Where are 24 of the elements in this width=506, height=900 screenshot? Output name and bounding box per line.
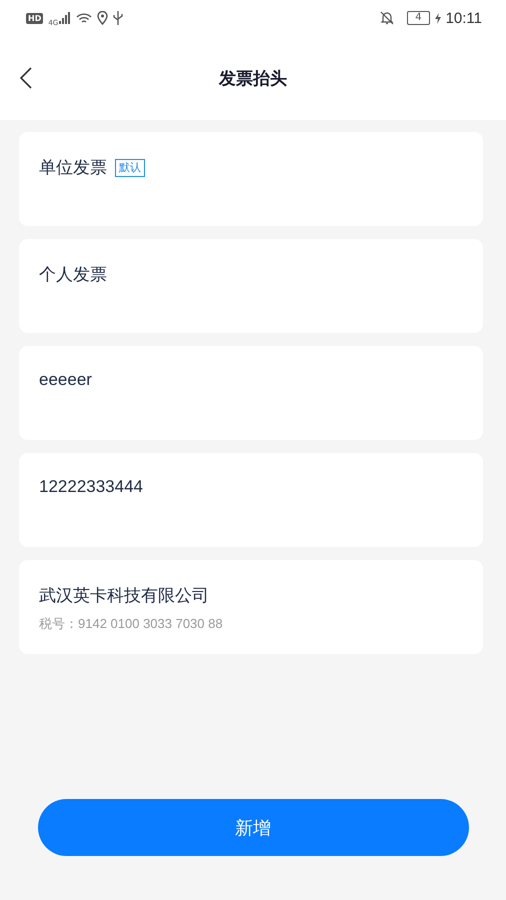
invoice-title: 武汉英卡科技有限公司 — [39, 585, 209, 607]
back-icon[interactable] — [20, 67, 32, 89]
status-time: 10:11 — [446, 10, 482, 26]
page-title: 发票抬头 — [219, 68, 287, 90]
invoice-title: 单位发票 — [39, 157, 107, 179]
invoice-title: eeeeer — [39, 370, 92, 390]
wifi-icon — [76, 12, 92, 24]
hd-icon: HD — [26, 12, 44, 24]
default-tag: 默认 — [115, 158, 145, 176]
invoice-card[interactable]: 单位发票 默认 — [19, 132, 483, 226]
charging-icon — [434, 12, 441, 24]
invoice-title: 12222333444 — [39, 477, 144, 497]
invoice-card[interactable]: 武汉英卡科技有限公司 税号：9142 0100 3033 7030 88 — [19, 560, 483, 654]
bell-muted-icon — [380, 11, 394, 25]
invoice-card[interactable]: 个人发票 — [19, 239, 483, 333]
usb-icon — [113, 11, 124, 25]
invoice-card[interactable]: 12222333444 — [19, 453, 483, 547]
add-button[interactable]: 新增 — [38, 799, 468, 856]
invoice-title: 个人发票 — [39, 264, 107, 286]
location-icon — [97, 11, 108, 25]
signal-icon — [59, 12, 72, 24]
tax-number: 税号：9142 0100 3033 7030 88 — [39, 615, 224, 633]
invoice-card[interactable]: eeeeer — [19, 346, 483, 440]
battery-icon: 4 — [407, 11, 430, 25]
